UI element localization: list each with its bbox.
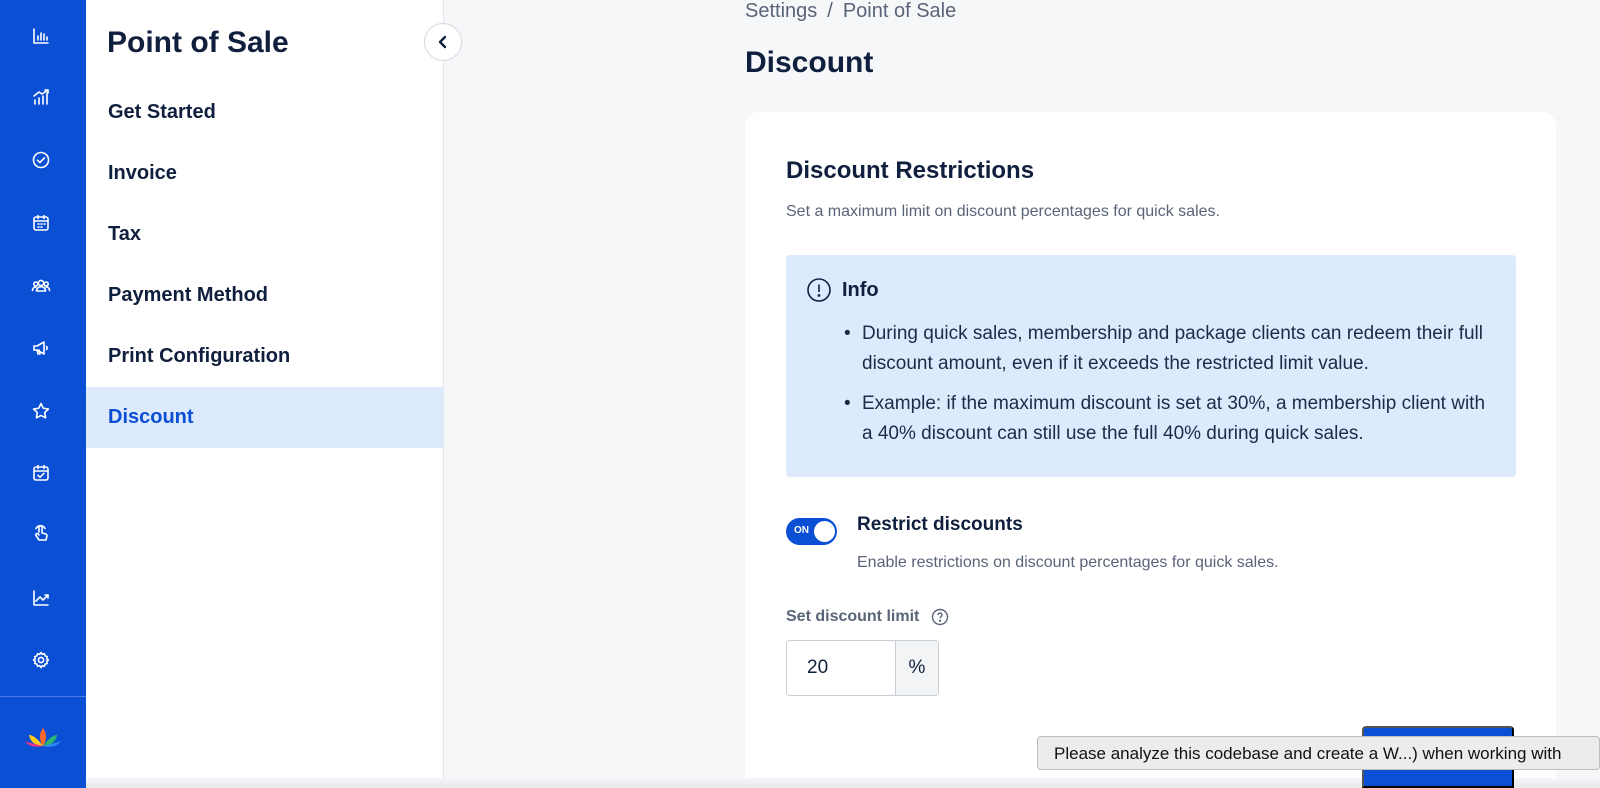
sidemenu-item-get-started[interactable]: Get Started: [86, 82, 443, 143]
rail-icon-group: [0, 0, 86, 696]
sidemenu-list: Get Started Invoice Tax Payment Method P…: [86, 82, 443, 448]
discount-limit-field: %: [786, 640, 939, 696]
info-bullet-list: During quick sales, membership and packa…: [844, 319, 1494, 459]
tooltip: Please analyze this codebase and create …: [1037, 736, 1600, 770]
users-icon[interactable]: [21, 266, 61, 306]
lotus-logo-icon[interactable]: [24, 725, 62, 756]
sidemenu-item-discount[interactable]: Discount: [86, 387, 443, 448]
percent-unit: %: [895, 641, 938, 695]
discount-restrictions-card: Discount Restrictions Set a maximum limi…: [745, 112, 1556, 788]
breadcrumb-separator: /: [827, 0, 833, 22]
discount-limit-label: Set discount limit: [786, 608, 949, 626]
exclamation-circle-icon: [807, 278, 831, 302]
settings-sidemenu: Point of Sale Get Started Invoice Tax Pa…: [86, 0, 444, 788]
restrict-discounts-description: Enable restrictions on discount percenta…: [857, 554, 1279, 571]
discount-limit-label-text: Set discount limit: [786, 608, 920, 625]
check-circle-icon[interactable]: [21, 140, 61, 180]
hand-pointer-icon[interactable]: [21, 513, 61, 553]
sidemenu-title: Point of Sale: [107, 26, 289, 59]
trend-line-icon[interactable]: [21, 578, 61, 618]
info-box: Info During quick sales, membership and …: [786, 255, 1516, 477]
sidemenu-item-invoice[interactable]: Invoice: [86, 143, 443, 204]
breadcrumb: Settings / Point of Sale: [745, 0, 956, 23]
toggle-state-label: ON: [794, 525, 809, 536]
sidemenu-item-payment-method[interactable]: Payment Method: [86, 265, 443, 326]
breadcrumb-current: Point of Sale: [842, 0, 957, 22]
growth-chart-icon[interactable]: [21, 77, 61, 117]
card-subtitle: Set a maximum limit on discount percenta…: [786, 203, 1220, 220]
question-circle-icon[interactable]: [931, 608, 949, 626]
restrict-discounts-label: Restrict discounts: [857, 514, 1023, 535]
info-bullet: During quick sales, membership and packa…: [844, 319, 1494, 379]
gear-icon[interactable]: [21, 640, 61, 680]
left-rail: [0, 0, 86, 788]
card-title: Discount Restrictions: [786, 157, 1035, 184]
calendar-check-icon[interactable]: [21, 453, 61, 493]
sidemenu-item-print-configuration[interactable]: Print Configuration: [86, 326, 443, 387]
info-bullet: Example: if the maximum discount is set …: [844, 389, 1494, 449]
info-header: Info: [806, 277, 879, 303]
page-title: Discount: [745, 46, 874, 79]
info-title: Info: [842, 278, 879, 301]
rail-footer: [0, 696, 86, 788]
breadcrumb-settings-link[interactable]: Settings: [745, 0, 817, 23]
star-icon[interactable]: [21, 391, 61, 431]
chevron-left-icon: [438, 35, 447, 49]
discount-limit-input[interactable]: [787, 641, 895, 695]
bar-chart-icon[interactable]: [21, 16, 61, 56]
sidemenu-item-tax[interactable]: Tax: [86, 204, 443, 265]
restrict-discounts-toggle[interactable]: ON: [786, 518, 837, 545]
toggle-knob: [814, 521, 835, 542]
collapse-sidemenu-button[interactable]: [424, 23, 462, 61]
calendar-icon[interactable]: [21, 203, 61, 243]
megaphone-icon[interactable]: [21, 328, 61, 368]
